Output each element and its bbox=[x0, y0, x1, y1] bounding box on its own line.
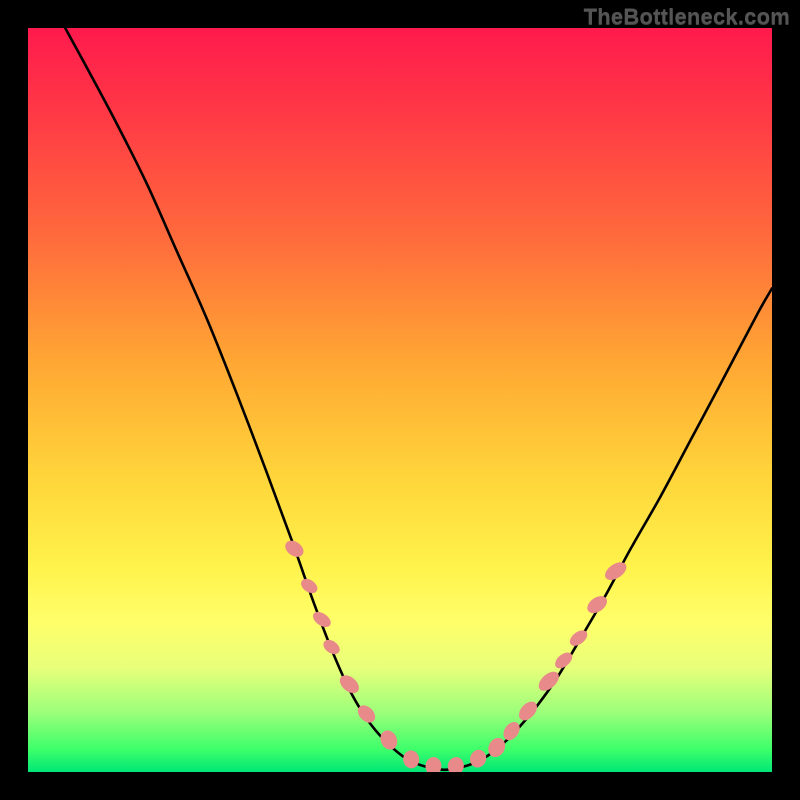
curve-marker bbox=[602, 559, 630, 584]
chart-frame: TheBottleneck.com bbox=[0, 0, 800, 800]
curve-marker bbox=[468, 747, 489, 769]
curve-marker bbox=[321, 637, 343, 657]
plot-area bbox=[28, 28, 772, 772]
curve-marker bbox=[515, 698, 540, 724]
bottleneck-curve bbox=[65, 28, 772, 770]
curve-marker bbox=[402, 750, 420, 769]
curve-marker bbox=[377, 728, 400, 753]
curve-marker bbox=[336, 672, 362, 697]
curve-marker bbox=[282, 537, 306, 560]
curve-marker bbox=[500, 719, 523, 743]
curve-marker bbox=[425, 756, 443, 772]
curve-layer bbox=[28, 28, 772, 772]
curve-marker bbox=[446, 756, 465, 772]
watermark-text: TheBottleneck.com bbox=[584, 4, 790, 30]
